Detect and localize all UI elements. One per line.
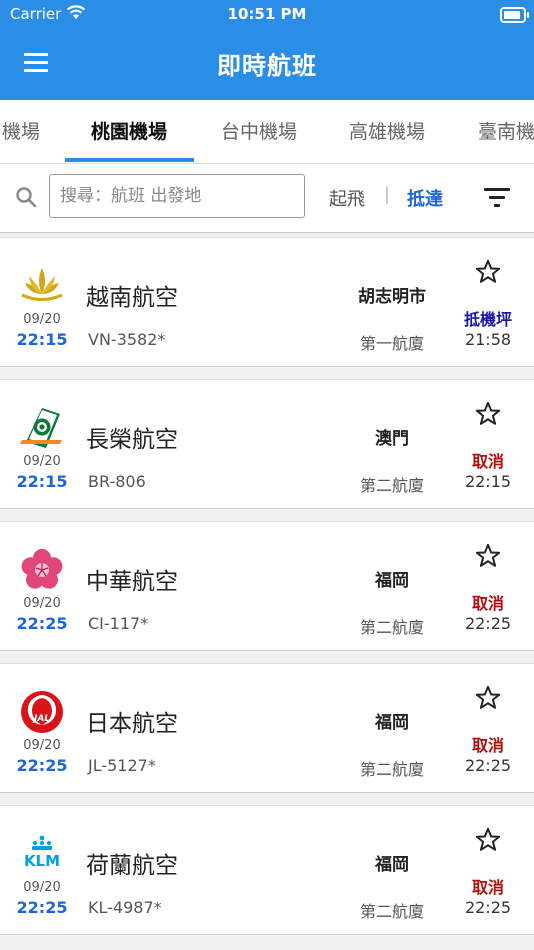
- svg-text:KLM: KLM: [24, 852, 60, 870]
- flight-card[interactable]: KLM 09/20 22:25 荷蘭航空 KL-4987* 福岡 第二航廈 取消…: [0, 805, 534, 935]
- airport-tabs: 機場 桃園機場 台中機場 高雄機場 臺南機: [0, 100, 534, 164]
- actual-time: 22:15: [464, 472, 512, 491]
- eva-air-logo: [20, 408, 62, 448]
- airline-name: 荷蘭航空: [86, 853, 178, 879]
- origin-city: 福岡: [375, 713, 409, 733]
- flight-date: 09/20: [23, 454, 61, 469]
- scheduled-time: 22:25: [16, 614, 68, 633]
- page-title: 即時航班: [217, 52, 317, 80]
- china-airlines-plum-blossom-logo: [21, 549, 63, 589]
- flight-status: 抵機坪: [463, 310, 512, 329]
- vietnam-airlines-lotus-logo: [21, 268, 63, 301]
- terminal: 第二航廈: [359, 902, 424, 921]
- actual-time: 22:25: [464, 614, 512, 633]
- star-icon[interactable]: [474, 258, 502, 286]
- terminal: 第一航廈: [359, 334, 424, 353]
- flight-date: 09/20: [23, 880, 61, 895]
- search-icon: [16, 187, 37, 208]
- app-header: Carrier 10:51 PM 即時航班: [0, 0, 534, 100]
- flight-status: 取消: [471, 736, 504, 755]
- terminal: 第二航廈: [359, 476, 424, 495]
- flight-card[interactable]: 09/20 22:25 中華航空 CI-117* 福岡 第二航廈 取消 22:2…: [0, 521, 534, 651]
- flight-number: KL-4987*: [88, 898, 162, 917]
- star-icon[interactable]: [474, 684, 502, 712]
- flight-status: 取消: [471, 452, 504, 471]
- tab-taoyuan-airport[interactable]: 桃園機場: [91, 117, 167, 144]
- terminal: 第二航廈: [359, 760, 424, 779]
- flight-status: 取消: [471, 878, 504, 897]
- battery-icon: [500, 7, 529, 23]
- star-icon[interactable]: [474, 826, 502, 854]
- arrival-toggle[interactable]: 抵達: [407, 185, 443, 211]
- actual-time: 22:25: [464, 898, 512, 917]
- search-input[interactable]: [49, 174, 305, 218]
- flight-date: 09/20: [23, 312, 61, 327]
- clock: 10:51 PM: [227, 5, 307, 23]
- flight-card[interactable]: JAL 09/20 22:25 日本航空 JL-5127* 福岡 第二航廈 取消…: [0, 663, 534, 793]
- flight-number: JL-5127*: [88, 756, 156, 775]
- origin-city: 胡志明市: [358, 287, 426, 307]
- departure-toggle[interactable]: 起飛: [329, 185, 365, 211]
- jal-crane-logo: JAL: [21, 691, 63, 733]
- origin-city: 福岡: [375, 571, 409, 591]
- flight-card[interactable]: 09/20 22:15 越南航空 VN-3582* 胡志明市 第一航廈 抵機坪 …: [0, 237, 534, 367]
- tab-airport-partial[interactable]: 機場: [2, 117, 40, 144]
- scheduled-time: 22:15: [16, 472, 68, 491]
- tab-kaohsiung-airport[interactable]: 高雄機場: [349, 117, 425, 144]
- scheduled-time: 22:25: [16, 756, 68, 775]
- origin-city: 澳門: [375, 429, 409, 449]
- scheduled-time: 22:15: [16, 330, 68, 349]
- toggle-separator: |: [384, 184, 391, 205]
- terminal: 第二航廈: [359, 618, 424, 637]
- flight-number: CI-117*: [88, 614, 149, 633]
- tab-tainan-airport[interactable]: 臺南機: [478, 117, 534, 144]
- search-bar: 起飛 | 抵達: [0, 164, 534, 233]
- actual-time: 22:25: [464, 756, 512, 775]
- airline-name: 中華航空: [86, 569, 178, 595]
- star-icon[interactable]: [474, 542, 502, 570]
- flight-number: BR-806: [88, 472, 146, 491]
- star-icon[interactable]: [474, 400, 502, 428]
- flight-number: VN-3582*: [88, 330, 166, 349]
- airline-name: 越南航空: [86, 285, 178, 311]
- svg-text:JAL: JAL: [32, 714, 50, 724]
- flight-date: 09/20: [23, 738, 61, 753]
- origin-city: 福岡: [375, 855, 409, 875]
- filter-icon[interactable]: [484, 186, 510, 208]
- flight-status: 取消: [471, 594, 504, 613]
- tab-taichung-airport[interactable]: 台中機場: [221, 117, 297, 144]
- klm-logo: KLM: [24, 835, 60, 870]
- actual-time: 21:58: [464, 330, 512, 349]
- flight-date: 09/20: [23, 596, 61, 611]
- status-bar: Carrier 10:51 PM: [0, 0, 534, 28]
- tab-active-indicator: [65, 158, 194, 162]
- flight-card[interactable]: 09/20 22:15 長榮航空 BR-806 澳門 第二航廈 取消 22:15: [0, 379, 534, 509]
- scheduled-time: 22:25: [16, 898, 68, 917]
- airline-name: 長榮航空: [86, 427, 178, 453]
- airline-name: 日本航空: [86, 711, 178, 737]
